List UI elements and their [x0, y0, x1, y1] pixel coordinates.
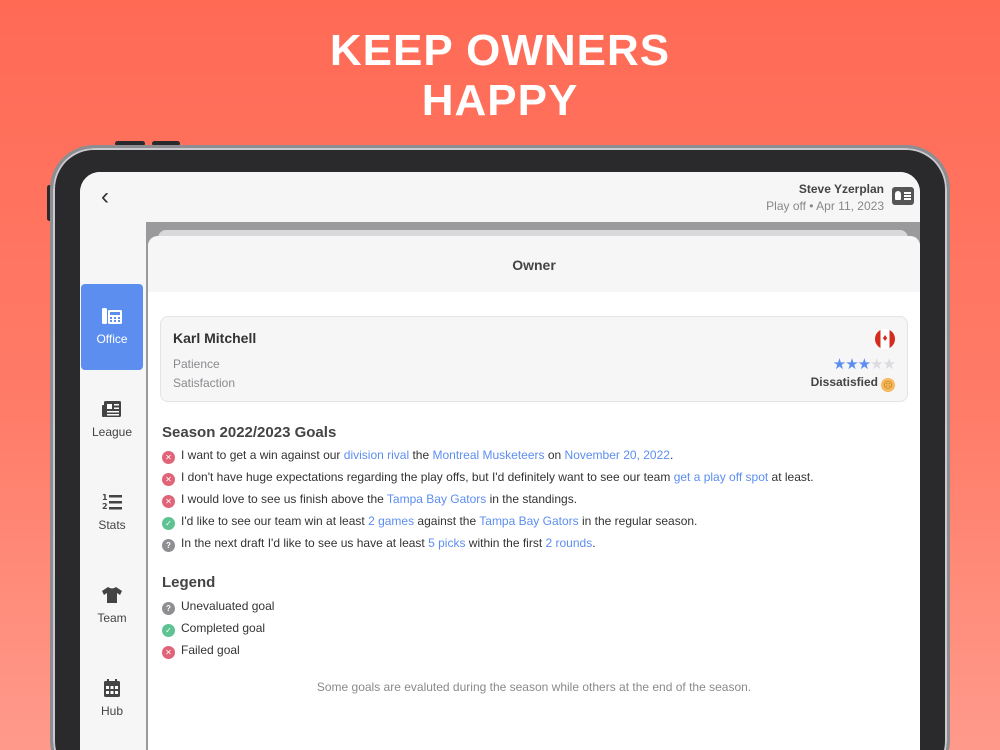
legend-title: Legend	[162, 574, 216, 591]
content-area: Owner Karl Mitchell ♦ Patience Satisfact…	[146, 222, 920, 750]
back-chevron-icon[interactable]: ‹	[92, 184, 118, 210]
user-name: Steve Yzerplan	[798, 182, 884, 196]
goal-link[interactable]: 2 rounds	[546, 536, 593, 550]
legend-label: Unevaluated goal	[181, 599, 275, 613]
legend-item-unevaluated: ? Unevaluated goal	[162, 599, 274, 615]
user-info: Steve Yzerplan Play off • Apr 11, 2023	[766, 182, 884, 213]
ordered-list-icon: 1 2	[102, 493, 122, 511]
goal-text: I would love to see us finish above the	[181, 492, 387, 506]
failed-icon: ✕	[162, 495, 175, 508]
goal-text: In the next draft I'd like to see us hav…	[181, 536, 429, 550]
goal-link[interactable]: November 20, 2022	[565, 448, 670, 462]
id-card-icon[interactable]	[892, 187, 914, 205]
satisfaction-value: Dissatisfied	[810, 375, 878, 389]
sidebar-item-label: Team	[97, 611, 127, 625]
sidebar-item-label: Office	[96, 332, 128, 346]
goal-item: ✕ I don't have huge expectations regardin…	[162, 470, 814, 486]
goal-item: ✕ I want to get a win against our divisio…	[162, 448, 673, 464]
sidebar-item-hub[interactable]: Hub	[81, 656, 143, 742]
legend-label: Failed goal	[181, 643, 240, 657]
svg-text:2: 2	[102, 502, 108, 511]
jersey-icon	[102, 587, 122, 603]
goal-link[interactable]: Tampa Bay Gators	[387, 492, 486, 506]
calendar-icon	[104, 679, 120, 697]
star-icon: ★	[832, 356, 846, 373]
goal-link[interactable]: 5 picks	[428, 536, 465, 550]
unhappy-face-icon: ☹	[881, 378, 895, 392]
goal-text: .	[669, 448, 674, 462]
goal-item: ✕ I would love to see us finish above the…	[162, 492, 577, 508]
star-empty-icon: ★	[870, 356, 883, 373]
sidebar-item-team[interactable]: Team	[81, 563, 143, 649]
owner-card: Karl Mitchell ♦ Patience Satisfaction ★★…	[160, 316, 908, 402]
goal-text: at least.	[768, 470, 814, 484]
completed-icon: ✓	[162, 624, 175, 637]
app-screen: ‹ Steve Yzerplan Play off • Apr 11, 2023…	[80, 172, 920, 750]
sidebar: Office League 1 2 Stats Team Hub	[80, 222, 146, 750]
satisfaction-label: Satisfaction	[173, 376, 236, 390]
top-bar: ‹ Steve Yzerplan Play off • Apr 11, 2023	[80, 172, 920, 222]
office-phone-icon	[102, 308, 122, 324]
patience-label: Patience	[173, 357, 220, 371]
goal-text: in the regular season.	[578, 514, 698, 528]
goal-text: I want to get a win against our	[181, 448, 344, 462]
goal-text: on	[544, 448, 565, 462]
goal-link[interactable]: get a play off spot	[674, 470, 769, 484]
legend-item-completed: ✓ Completed goal	[162, 621, 265, 637]
owner-name: Karl Mitchell	[173, 330, 257, 346]
sheet-title: Owner	[148, 236, 920, 292]
patience-stars: ★★★★★	[832, 355, 896, 373]
sidebar-item-label: League	[91, 425, 133, 439]
failed-icon: ✕	[162, 473, 175, 486]
sidebar-item-label: Hub	[100, 704, 123, 718]
star-icon: ★	[845, 356, 858, 373]
goal-text: .	[592, 536, 596, 550]
goal-item: ✓ I'd like to see our team win at least 2…	[162, 514, 697, 530]
goal-text: the	[409, 448, 433, 462]
svg-text:1: 1	[102, 493, 108, 502]
legend-label: Completed goal	[181, 621, 266, 635]
failed-icon: ✕	[162, 451, 175, 464]
sidebar-item-stats[interactable]: 1 2 Stats	[81, 470, 143, 556]
promo-headline: KEEP OWNERS HAPPY	[0, 26, 1000, 126]
goal-link[interactable]: Tampa Bay Gators	[479, 514, 578, 528]
sidebar-item-office[interactable]: Office	[81, 284, 143, 370]
completed-icon: ✓	[162, 517, 175, 530]
promo-line-1: KEEP OWNERS	[329, 26, 671, 75]
unevaluated-icon: ?	[162, 602, 175, 615]
goal-link[interactable]: 2 games	[368, 514, 414, 528]
goal-text: in the standings.	[486, 492, 578, 506]
goal-item: ? In the next draft I'd like to see us ha…	[162, 536, 596, 552]
sidebar-item-league[interactable]: League	[81, 377, 143, 463]
star-empty-icon: ★	[882, 356, 896, 373]
star-icon: ★	[857, 356, 871, 373]
promo-line-2: HAPPY	[421, 76, 579, 125]
newspaper-icon	[102, 401, 121, 417]
goal-text: I'd like to see our team win at least	[181, 514, 369, 528]
owner-sheet: Owner Karl Mitchell ♦ Patience Satisfact…	[148, 236, 920, 750]
satisfaction-status: Dissatisfied ☹	[811, 375, 895, 392]
canada-flag-icon: ♦	[875, 329, 895, 349]
goal-link[interactable]: division rival	[344, 448, 409, 462]
goal-text: within the first	[465, 536, 546, 550]
sidebar-item-label: Stats	[98, 518, 126, 532]
footnote: Some goals are evaluted during the seaso…	[316, 680, 752, 694]
legend-item-failed: ✕ Failed goal	[162, 643, 240, 659]
failed-icon: ✕	[162, 646, 175, 659]
game-status: Play off • Apr 11, 2023	[766, 199, 884, 213]
unevaluated-icon: ?	[162, 539, 175, 552]
goals-title: Season 2022/2023 Goals	[162, 424, 337, 441]
goal-link[interactable]: Montreal Musketeers	[432, 448, 544, 462]
goal-text: I don't have huge expectations regarding…	[181, 470, 674, 484]
goal-text: against the	[414, 514, 480, 528]
